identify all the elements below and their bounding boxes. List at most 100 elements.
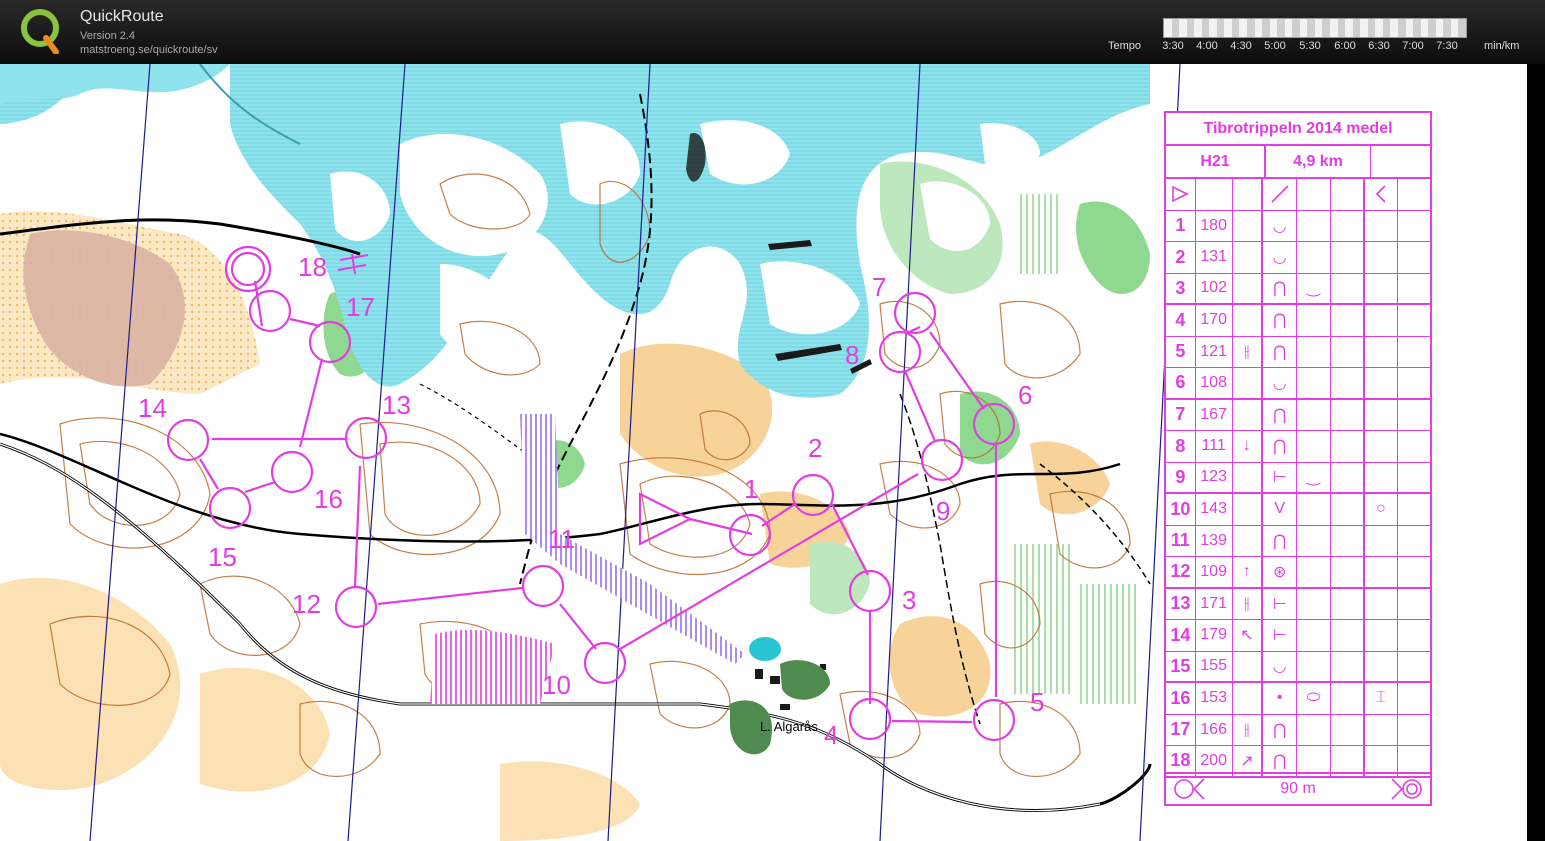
row-number: 5 [1166, 336, 1196, 367]
row-number: 4 [1166, 305, 1196, 336]
feature-symbol: ⋂ [1263, 525, 1298, 556]
feature-detail [1297, 588, 1331, 619]
location-symbol [1365, 273, 1399, 303]
which-feature: ⫲ [1233, 714, 1264, 745]
quickroute-window: QuickRoute Version 2.4 matstroeng.se/qui… [0, 0, 1545, 841]
control-row: 9 123 ⊢ ‿ [1166, 462, 1430, 494]
right-border [1527, 64, 1545, 841]
feature-symbol: ◡ [1263, 651, 1298, 681]
control-number-label: 3 [902, 585, 916, 615]
location-symbol [1365, 242, 1399, 273]
tempo-scale-segment [1269, 19, 1278, 37]
tempo-scale-segment [1345, 19, 1353, 37]
app-url[interactable]: matstroeng.se/quickroute/sv [80, 44, 218, 56]
tempo-scale-segment [1360, 19, 1368, 37]
tempo-scale-segment [1277, 19, 1285, 37]
which-feature: ↓ [1233, 431, 1264, 462]
tempo-scale-segment [1171, 19, 1180, 37]
feature-symbol: ⊢ [1263, 620, 1298, 651]
which-feature [1233, 651, 1264, 681]
row-number: 10 [1166, 494, 1196, 525]
app-version: Version 2.4 [80, 30, 136, 42]
feature-detail [1297, 210, 1331, 241]
control-number-label: 15 [208, 542, 237, 572]
which-feature [1233, 242, 1264, 273]
control-code: 166 [1196, 714, 1233, 745]
tempo-scale-segment [1458, 19, 1466, 37]
location-symbol [1365, 431, 1399, 462]
control-row: 4 170 ⋂ [1166, 305, 1430, 337]
row-number: 12 [1166, 557, 1196, 587]
feature-symbol: ◡ [1263, 242, 1298, 273]
location-symbol [1365, 210, 1399, 241]
control-number-label: 18 [298, 252, 327, 282]
tempo-scale-segment [1209, 19, 1217, 37]
tempo-tick: 7:00 [1402, 40, 1424, 52]
tempo-scale-segment [1164, 19, 1172, 37]
control-code: 170 [1196, 305, 1233, 336]
tempo-tick: 5:00 [1264, 40, 1286, 52]
event-title: Tibrotrippeln 2014 medel [1166, 113, 1430, 146]
which-feature [1233, 210, 1264, 241]
control-row: 10 143 V ○ [1166, 494, 1430, 526]
feature-detail [1297, 368, 1331, 398]
control-number-label: 8 [845, 340, 859, 370]
control-code: 108 [1196, 368, 1233, 398]
control-code: 131 [1196, 242, 1233, 273]
which-feature [1233, 462, 1264, 492]
control-row: 5 121 ⫲ ⋂ [1166, 336, 1430, 368]
feature-symbol: ⊢ [1263, 462, 1298, 492]
tempo-tick: 7:30 [1436, 40, 1458, 52]
finish-right-icon [1391, 778, 1422, 800]
control-row: 2 131 ◡ [1166, 242, 1430, 274]
row-number: 6 [1166, 368, 1196, 398]
feature-symbol: V [1263, 494, 1298, 525]
control-row: 3 102 ⋂ ‿ [1166, 273, 1430, 305]
tempo-scale-segment [1413, 19, 1421, 37]
control-row: 8 111 ↓ ⋂ [1166, 431, 1430, 463]
location-symbol [1365, 336, 1399, 367]
tempo-scale-segment [1231, 19, 1240, 37]
row-number: 8 [1166, 431, 1196, 462]
which-feature [1233, 305, 1264, 336]
row-number: 11 [1166, 525, 1196, 556]
control-row: 12 109 ↑ ⊛ [1166, 557, 1430, 589]
feature-symbol: ⋂ [1263, 336, 1298, 367]
feature-detail [1297, 431, 1331, 462]
row-number: 1 [1166, 210, 1196, 241]
location-symbol [1365, 462, 1399, 492]
control-code: 167 [1196, 399, 1233, 430]
feature-symbol: • [1263, 683, 1298, 714]
feature-detail [1297, 651, 1331, 681]
control-number-label: 7 [872, 272, 886, 302]
control-description-sheet: Tibrotrippeln 2014 medel H21 4,9 km 1 180… [1164, 111, 1432, 806]
location-symbol [1365, 651, 1399, 681]
course-header: H21 4,9 km [1166, 146, 1430, 179]
control-code: 153 [1196, 683, 1233, 714]
which-feature: ↖ [1233, 620, 1264, 651]
which-feature [1233, 683, 1264, 714]
location-symbol [1365, 399, 1399, 430]
tempo-ticks: 3:30 4:00 4:30 5:00 5:30 6:00 6:30 7:00 7:30 [1155, 40, 1475, 54]
tempo-tick: 4:00 [1196, 40, 1218, 52]
control-code: 121 [1196, 336, 1233, 367]
which-feature: ↑ [1233, 557, 1264, 587]
finish-row: 90 m [1166, 772, 1430, 804]
control-code: 155 [1196, 651, 1233, 681]
feature-symbol: ⋂ [1263, 431, 1298, 462]
tempo-scale-segment [1194, 19, 1202, 37]
control-row: 7 167 ⋂ [1166, 399, 1430, 431]
control-number-label: 2 [808, 433, 822, 463]
row-number: 17 [1166, 714, 1196, 745]
header-bar: QuickRoute Version 2.4 matstroeng.se/qui… [0, 0, 1545, 64]
location-symbol [1365, 525, 1399, 556]
feature-detail [1297, 399, 1331, 430]
control-number-label: 1 [744, 474, 758, 504]
course-length: 4,9 km [1266, 146, 1371, 177]
tempo-scale-segment [1382, 19, 1391, 37]
feature-symbol: ⋂ [1263, 305, 1298, 336]
feature-symbol: ⊛ [1263, 557, 1298, 587]
feature-symbol: ⋂ [1263, 399, 1298, 430]
tempo-scale-segment [1367, 19, 1376, 37]
tempo-scale-segment [1254, 19, 1263, 37]
